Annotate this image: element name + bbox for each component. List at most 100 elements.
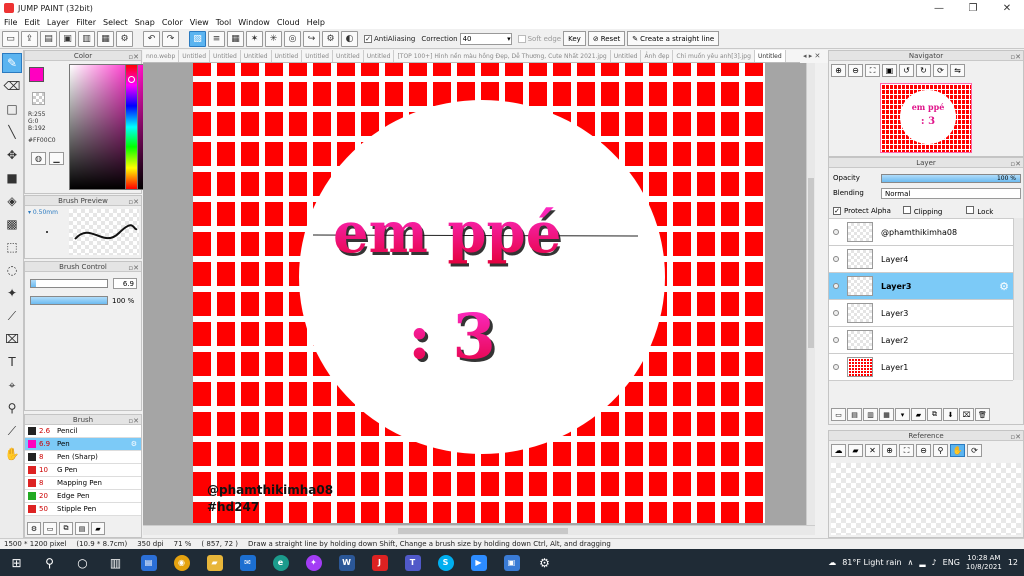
bucket-tool-icon[interactable]: ◈	[2, 191, 22, 211]
cloud-upload-icon[interactable]: ☁	[831, 444, 846, 457]
photos-icon[interactable]: ▣	[495, 549, 528, 576]
brush-opacity-slider[interactable]	[30, 296, 108, 305]
copy-brush-icon[interactable]: ⧉	[59, 522, 73, 535]
menu-cloud[interactable]: Cloud	[275, 18, 305, 27]
curve-snap-icon[interactable]: ↪	[303, 30, 320, 47]
visibility-eye-icon[interactable]	[833, 337, 839, 343]
cross-snap-icon[interactable]: ▦	[227, 30, 244, 47]
teams-icon[interactable]: T	[396, 549, 429, 576]
vanishing-snap-icon[interactable]: ✶	[246, 30, 263, 47]
export-icon[interactable]: ▥	[78, 30, 95, 47]
search-icon[interactable]: ⚲	[33, 549, 66, 576]
hand-tool-icon[interactable]: ✋	[2, 444, 22, 464]
document-tab[interactable]: Untitled	[333, 50, 364, 62]
layer-list-scrollbar[interactable]	[1013, 218, 1023, 380]
document-tab[interactable]: Untitled	[364, 50, 395, 62]
ref-fit-icon[interactable]: ⛶	[899, 444, 914, 457]
menu-layer[interactable]: Layer	[45, 18, 74, 27]
widgets-icon[interactable]: ▥	[99, 549, 132, 576]
horizontal-scrollbar[interactable]	[143, 525, 815, 535]
color-wheel-icon[interactable]: ◍	[31, 152, 46, 165]
reset-rotation-icon[interactable]: ⟳	[933, 64, 948, 77]
straight-line-button[interactable]: ✎ Create a straight line	[627, 31, 720, 46]
document-tab[interactable]: Untitled	[611, 50, 642, 62]
select-eraser-tool-icon[interactable]: ⌧	[2, 329, 22, 349]
canvas-settings-icon[interactable]: ▦	[97, 30, 114, 47]
menu-select[interactable]: Select	[101, 18, 133, 27]
new-halftone-layer-icon[interactable]: ▤	[847, 408, 862, 421]
new-folder-icon[interactable]: ▰	[911, 408, 926, 421]
jumppaint-icon[interactable]: J	[363, 549, 396, 576]
layer-row[interactable]: Layer1	[829, 354, 1013, 381]
new-layer-icon[interactable]: ▭	[831, 408, 846, 421]
artboard[interactable]: em ppé em ppé : 3 : 3 @phamthikimha08 #h…	[193, 63, 765, 523]
reset-button[interactable]: ⊘ Reset	[587, 31, 626, 46]
panel-controls-icon[interactable]: ▫✕	[1010, 432, 1021, 442]
brush-size-value[interactable]: 6.9	[113, 278, 137, 289]
menu-edit[interactable]: Edit	[22, 18, 45, 27]
layer-row[interactable]: Layer2	[829, 327, 1013, 354]
layer-row[interactable]: Layer4	[829, 246, 1013, 273]
horizontal-scroll-thumb[interactable]	[398, 528, 568, 534]
hue-slider-handle[interactable]	[128, 76, 135, 83]
ref-rotate-icon[interactable]: ⟳	[967, 444, 982, 457]
zoom-out-icon[interactable]: ⊖	[848, 64, 863, 77]
document-tab[interactable]: Untitled	[754, 50, 786, 62]
pen-select-tool-icon[interactable]: ⟋	[2, 421, 22, 441]
circle-snap-icon[interactable]: ◎	[284, 30, 301, 47]
ref-zoom-in-icon[interactable]: ⊕	[882, 444, 897, 457]
blending-select[interactable]: Normal	[881, 188, 1021, 199]
eyedropper-tool-icon[interactable]: ⚲	[2, 398, 22, 418]
radial-snap-icon[interactable]: ✳	[265, 30, 282, 47]
taskbar-clock[interactable]: 10:28 AM 10/8/2021	[966, 554, 1002, 572]
panel-controls-icon[interactable]: ▫✕	[1010, 52, 1021, 62]
menu-window[interactable]: Window	[236, 18, 275, 27]
parallel-snap-icon[interactable]: ≡	[208, 30, 225, 47]
edge-icon[interactable]: e	[264, 549, 297, 576]
gradient-tool-icon[interactable]: ▩	[2, 214, 22, 234]
clipping-checkbox[interactable]: Clipping	[902, 206, 942, 216]
transparent-color-swatch[interactable]	[32, 92, 45, 105]
rectangle-tool-icon[interactable]: □	[2, 99, 22, 119]
lock-checkbox[interactable]: Lock	[966, 206, 993, 216]
panel-controls-icon[interactable]: ▫✕	[128, 263, 139, 273]
save-icon[interactable]: ▤	[40, 30, 57, 47]
brush-item[interactable]: 8 Pen (Sharp)	[25, 451, 141, 464]
document-tab[interactable]: Chỉ muốn yêu anh[3].jpg	[673, 50, 755, 62]
rotate-right-icon[interactable]: ↻	[916, 64, 931, 77]
snap-off-icon[interactable]: ▧	[189, 30, 206, 47]
close-reference-icon[interactable]: ✕	[865, 444, 880, 457]
brush-size-slider[interactable]	[30, 279, 108, 288]
delete-layer-icon[interactable]: 🗑	[975, 408, 990, 421]
settings-icon[interactable]: ⚙	[528, 549, 561, 576]
ref-eyedropper-icon[interactable]: ⚲	[933, 444, 948, 457]
notification-count[interactable]: 12	[1008, 558, 1018, 567]
select-pen-tool-icon[interactable]: ⟋	[2, 306, 22, 326]
restore-button[interactable]: ❐	[956, 0, 990, 16]
soft-edge-checkbox[interactable]: Soft edge	[517, 34, 561, 43]
tray-expand-icon[interactable]: ∧	[908, 558, 914, 567]
navigator-thumbnail[interactable]: em ppé : 3	[880, 83, 972, 153]
brush-property-icon[interactable]: ▤	[75, 522, 89, 535]
menu-snap[interactable]: Snap	[133, 18, 160, 27]
pen-tool-icon[interactable]: ✎	[2, 53, 22, 73]
file-explorer-icon[interactable]: ▰	[198, 549, 231, 576]
snap-settings-icon[interactable]: ⚙	[322, 30, 339, 47]
brush-settings-gear-icon[interactable]: ⚙	[131, 440, 137, 448]
messenger-icon[interactable]: ✦	[297, 549, 330, 576]
open-reference-icon[interactable]: ▰	[848, 444, 863, 457]
document-tab[interactable]: nno.webp	[143, 50, 180, 62]
visibility-eye-icon[interactable]	[833, 283, 839, 289]
language-indicator[interactable]: ENG	[943, 558, 960, 567]
open-file-icon[interactable]: ⇪	[21, 30, 38, 47]
ref-zoom-out-icon[interactable]: ⊖	[916, 444, 931, 457]
panel-controls-icon[interactable]: ▫✕	[128, 197, 139, 207]
brush-settings-icon[interactable]: ⚙	[27, 522, 41, 535]
duplicate-layer-icon[interactable]: ⧉	[927, 408, 942, 421]
new-8bit-layer-icon[interactable]: ▥	[863, 408, 878, 421]
clear-layer-icon[interactable]: ⌧	[959, 408, 974, 421]
document-tab[interactable]: Untitled	[179, 50, 211, 62]
task-view-icon[interactable]: ○	[66, 549, 99, 576]
magic-wand-tool-icon[interactable]: ✦	[2, 283, 22, 303]
rotate-left-icon[interactable]: ↺	[899, 64, 914, 77]
